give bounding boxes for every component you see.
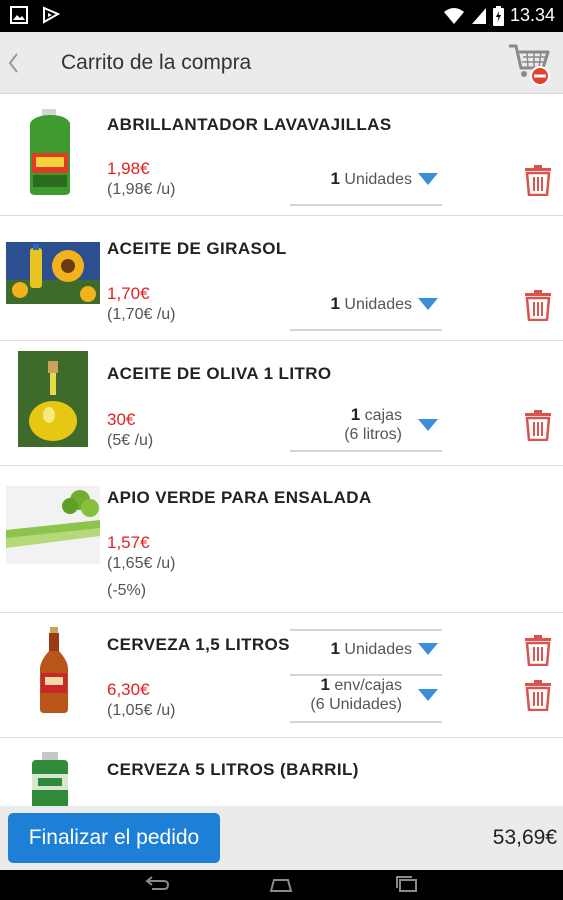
quantity-dropdown[interactable]: 1 Unidades: [290, 159, 442, 206]
finalize-order-button[interactable]: Finalizar el pedido: [8, 813, 220, 863]
product-image: [6, 486, 100, 564]
product-name: APIO VERDE PARA ENSALADA: [107, 488, 372, 507]
product-name: ACEITE DE OLIVA 1 LITRO: [107, 364, 332, 383]
cart-item[interactable]: CERVEZA 5 LITROS (BARRIL): [0, 738, 563, 806]
back-nav-icon[interactable]: [144, 875, 170, 895]
product-image: [32, 752, 68, 806]
system-nav-bar: [0, 870, 563, 900]
back-chevron-icon[interactable]: [6, 51, 20, 75]
gallery-notification-icon: [10, 6, 28, 24]
trash-icon[interactable]: [524, 164, 552, 196]
quantity-number: 1: [330, 169, 340, 188]
quantity-number: 1: [330, 294, 340, 313]
cart-item[interactable]: ACEITE DE OLIVA 1 LITRO 30€ (5€ /u) 1 ca…: [0, 341, 563, 466]
product-name: ABRILLANTADOR LAVAVAJILLAS: [107, 115, 392, 134]
product-price: 1,70€: [107, 284, 150, 303]
quantity-unit: Unidades: [344, 171, 412, 188]
cart-remove-icon[interactable]: [507, 40, 553, 86]
download-notification-icon: [43, 6, 60, 24]
product-name: CERVEZA 5 LITROS (BARRIL): [107, 760, 359, 779]
quantity-unit: cajas: [364, 407, 402, 424]
product-price: 6,30€: [107, 680, 150, 699]
product-image: [30, 109, 70, 195]
quantity-number: 1: [320, 675, 330, 694]
cart-list[interactable]: ABRILLANTADOR LAVAVAJILLAS 1,98€ (1,98€ …: [0, 95, 563, 806]
page-title: Carrito de la compra: [61, 51, 252, 74]
product-image: [6, 242, 100, 304]
product-price: 30€: [107, 410, 136, 429]
dropdown-arrow-icon[interactable]: [418, 173, 438, 185]
product-price: 1,57€: [107, 533, 150, 552]
product-price: 1,98€: [107, 159, 150, 178]
quantity-dropdown[interactable]: 1 cajas (6 litros): [290, 401, 442, 452]
home-nav-icon[interactable]: [268, 875, 294, 895]
status-bar: 13.34: [0, 0, 563, 32]
trash-icon[interactable]: [524, 289, 552, 321]
checkout-footer: Finalizar el pedido 53,69€: [0, 806, 563, 870]
action-bar: Carrito de la compra: [0, 32, 563, 94]
unit-price: (1,05€ /u): [107, 702, 176, 719]
product-image: [18, 351, 88, 447]
quantity-dropdown[interactable]: 1 Unidades: [290, 284, 442, 331]
unit-price: (1,65€ /u): [107, 555, 176, 572]
dropdown-arrow-icon[interactable]: [418, 689, 438, 701]
trash-icon[interactable]: [524, 409, 552, 441]
cart-item[interactable]: ACEITE DE GIRASOL 1,70€ (1,70€ /u) 1 Uni…: [0, 216, 563, 341]
unit-price: (1,70€ /u): [107, 306, 176, 323]
quantity-unit: Unidades: [344, 296, 412, 313]
trash-icon[interactable]: [524, 679, 552, 711]
quantity-subtext: (6 Unidades): [310, 696, 402, 713]
wifi-icon: [443, 7, 464, 24]
unit-price: (1,98€ /u): [107, 181, 176, 198]
cart-total: 53,69€: [492, 826, 557, 849]
clock: 13.34: [509, 5, 555, 25]
signal-icon: [471, 7, 486, 24]
quantity-dropdown[interactable]: 1 env/cajas (6 Unidades): [290, 671, 442, 723]
product-name: CERVEZA 1,5 LITROS: [107, 635, 290, 654]
cart-item[interactable]: ABRILLANTADOR LAVAVAJILLAS 1,98€ (1,98€ …: [0, 95, 563, 216]
battery-icon: [492, 5, 504, 26]
product-name: ACEITE DE GIRASOL: [107, 239, 287, 258]
quantity-unit: env/cajas: [334, 677, 402, 694]
cart-item[interactable]: CERVEZA 1,5 LITROS 6,30€ (1,05€ /u) 1 en…: [0, 613, 563, 738]
dropdown-arrow-icon[interactable]: [418, 419, 438, 431]
discount-label: (-5%): [107, 582, 147, 599]
unit-price: (5€ /u): [107, 432, 154, 449]
dropdown-arrow-icon[interactable]: [418, 298, 438, 310]
quantity-number: 1: [350, 405, 361, 424]
quantity-subtext: (6 litros): [344, 426, 402, 443]
cart-item[interactable]: APIO VERDE PARA ENSALADA 1,57€ (1,65€ /u…: [0, 466, 563, 631]
recent-apps-nav-icon[interactable]: [394, 875, 420, 895]
product-image: [40, 627, 68, 713]
